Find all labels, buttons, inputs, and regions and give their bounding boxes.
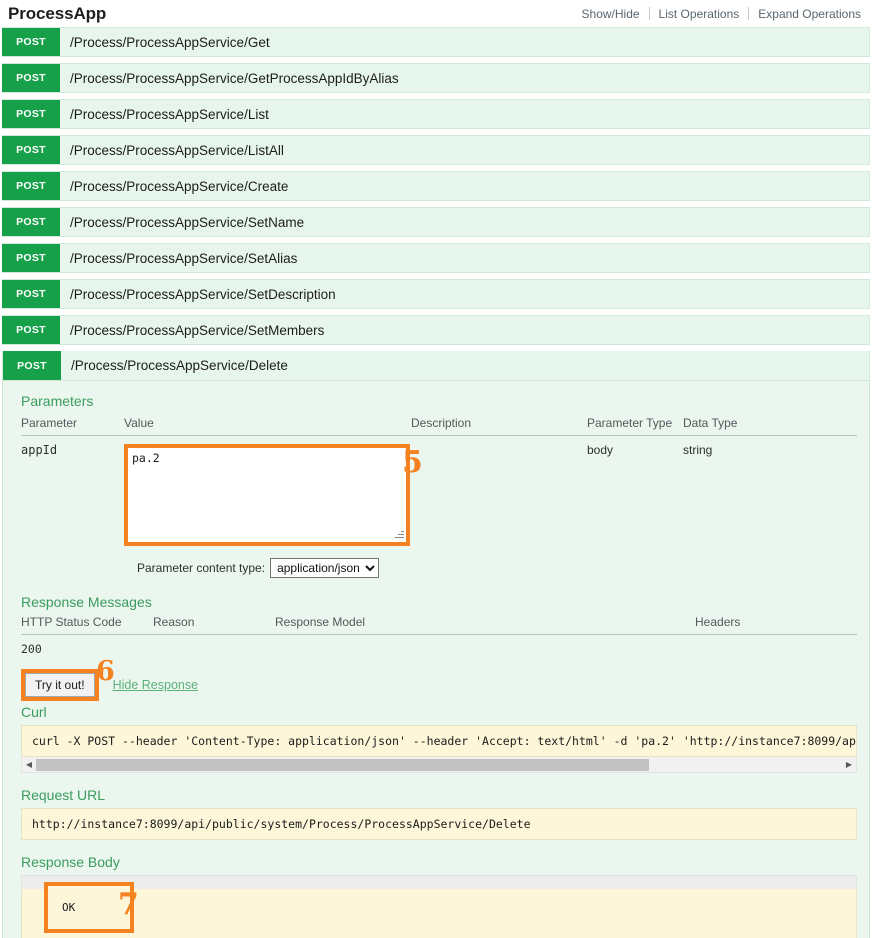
operation-path[interactable]: /Process/ProcessAppService/Create	[60, 172, 869, 200]
operation-path[interactable]: /Process/ProcessAppService/Get	[60, 28, 869, 56]
th-http-status-code: HTTP Status Code	[21, 615, 153, 635]
response-messages-table: HTTP Status Code Reason Response Model H…	[21, 615, 857, 659]
response-body-section: Response Body OK	[21, 854, 857, 938]
th-description: Description	[411, 416, 587, 436]
curl-command[interactable]: curl -X POST --header 'Content-Type: app…	[21, 725, 857, 757]
request-url-value: http://instance7:8099/api/public/system/…	[21, 808, 857, 840]
resource-options: Show/Hide List Operations Expand Operati…	[573, 7, 870, 21]
try-it-out-highlight: Try it out!	[21, 669, 99, 701]
parameters-header-row: Parameter Value Description Parameter Ty…	[21, 416, 857, 436]
scrollbar-track[interactable]	[36, 758, 842, 771]
request-url-section: Request URL http://instance7:8099/api/pu…	[21, 787, 857, 840]
th-reason: Reason	[153, 615, 275, 635]
response-body-topstrip	[21, 875, 857, 889]
operation-path[interactable]: /Process/ProcessAppService/List	[60, 100, 869, 128]
response-messages-section: Response Messages HTTP Status Code Reaso…	[21, 594, 857, 659]
th-parameter-type: Parameter Type	[587, 416, 683, 436]
table-row: 200	[21, 635, 857, 660]
operation-row-getprocessappidbyalias[interactable]: POST /Process/ProcessAppService/GetProce…	[2, 63, 870, 93]
th-headers: Headers	[695, 615, 857, 635]
response-body-box: OK	[21, 882, 857, 938]
method-badge: POST	[2, 172, 60, 200]
method-badge: POST	[2, 64, 60, 92]
method-badge: POST	[2, 100, 60, 128]
operation-path[interactable]: /Process/ProcessAppService/Delete	[61, 351, 869, 380]
method-badge: POST	[2, 316, 60, 344]
operation-path[interactable]: /Process/ProcessAppService/SetAlias	[60, 244, 869, 272]
show-hide-link[interactable]: Show/Hide	[573, 7, 649, 21]
method-badge: POST	[3, 351, 61, 380]
method-badge: POST	[2, 244, 60, 272]
param-datatype-cell: string	[683, 443, 713, 457]
content-type-select[interactable]: application/json	[270, 558, 380, 578]
swagger-page: ProcessApp Show/Hide List Operations Exp…	[0, 0, 872, 938]
operation-row-get[interactable]: POST /Process/ProcessAppService/Get	[2, 27, 870, 57]
operation-row-create[interactable]: POST /Process/ProcessAppService/Create	[2, 171, 870, 201]
operation-row-listall[interactable]: POST /Process/ProcessAppService/ListAll	[2, 135, 870, 165]
parameter-content-type-row: Parameter content type: application/json	[21, 558, 857, 578]
resource-header: ProcessApp Show/Hide List Operations Exp…	[0, 0, 872, 27]
response-body-title: Response Body	[21, 854, 120, 870]
operation-expanded-delete: POST /Process/ProcessAppService/Delete P…	[2, 351, 870, 938]
response-body-value: OK	[62, 901, 76, 914]
try-it-out-row: Try it out! Hide Response	[21, 668, 857, 702]
method-badge: POST	[2, 280, 60, 308]
list-operations-link[interactable]: List Operations	[650, 7, 749, 21]
operation-path[interactable]: /Process/ProcessAppService/ListAll	[60, 136, 869, 164]
method-badge: POST	[2, 208, 60, 236]
th-value: Value	[124, 416, 411, 436]
operation-path[interactable]: /Process/ProcessAppService/SetMembers	[60, 316, 869, 344]
param-value-cell	[124, 436, 411, 546]
param-name-cell: appId	[21, 443, 58, 457]
operation-path[interactable]: /Process/ProcessAppService/GetProcessApp…	[60, 64, 869, 92]
curl-horizontal-scrollbar[interactable]: ◀ ▶	[21, 757, 857, 773]
operation-row-setdescription[interactable]: POST /Process/ProcessAppService/SetDescr…	[2, 279, 870, 309]
operation-path[interactable]: /Process/ProcessAppService/SetName	[60, 208, 869, 236]
curl-section: Curl curl -X POST --header 'Content-Type…	[21, 704, 857, 773]
method-badge: POST	[2, 136, 60, 164]
param-value-highlight	[124, 444, 410, 546]
operation-row-delete[interactable]: POST /Process/ProcessAppService/Delete	[3, 351, 869, 381]
reason-cell	[153, 635, 275, 660]
parameters-table: Parameter Value Description Parameter Ty…	[21, 416, 857, 546]
operation-body: Parameters Parameter Value Description P…	[3, 381, 869, 938]
scroll-right-arrow-icon[interactable]: ▶	[842, 760, 856, 769]
operation-path[interactable]: /Process/ProcessAppService/SetDescriptio…	[60, 280, 869, 308]
content-type-label: Parameter content type:	[137, 561, 266, 575]
th-data-type: Data Type	[683, 416, 857, 436]
scrollbar-thumb[interactable]	[36, 758, 649, 771]
expand-operations-link[interactable]: Expand Operations	[749, 7, 870, 21]
param-type-cell: body	[587, 443, 614, 457]
response-messages-header-row: HTTP Status Code Reason Response Model H…	[21, 615, 857, 635]
scroll-left-arrow-icon[interactable]: ◀	[22, 760, 36, 769]
operation-row-setmembers[interactable]: POST /Process/ProcessAppService/SetMembe…	[2, 315, 870, 345]
operation-row-setalias[interactable]: POST /Process/ProcessAppService/SetAlias	[2, 243, 870, 273]
parameters-title: Parameters	[21, 393, 94, 409]
headers-cell	[695, 635, 857, 660]
th-response-model: Response Model	[275, 615, 695, 635]
page-title: ProcessApp	[8, 3, 107, 23]
curl-title: Curl	[21, 704, 47, 720]
operation-row-setname[interactable]: POST /Process/ProcessAppService/SetName	[2, 207, 870, 237]
param-description-cell	[411, 436, 587, 547]
response-body-highlight: OK	[44, 882, 134, 933]
operation-row-list[interactable]: POST /Process/ProcessAppService/List	[2, 99, 870, 129]
response-model-cell	[275, 635, 695, 660]
hide-response-link[interactable]: Hide Response	[113, 678, 198, 692]
try-it-out-button[interactable]: Try it out!	[25, 673, 95, 697]
request-url-title: Request URL	[21, 787, 106, 803]
table-row: appId body	[21, 436, 857, 547]
status-code-cell: 200	[21, 642, 42, 656]
method-badge: POST	[2, 28, 60, 56]
th-parameter: Parameter	[21, 416, 124, 436]
param-value-input[interactable]	[128, 448, 406, 542]
response-messages-title: Response Messages	[21, 594, 152, 610]
